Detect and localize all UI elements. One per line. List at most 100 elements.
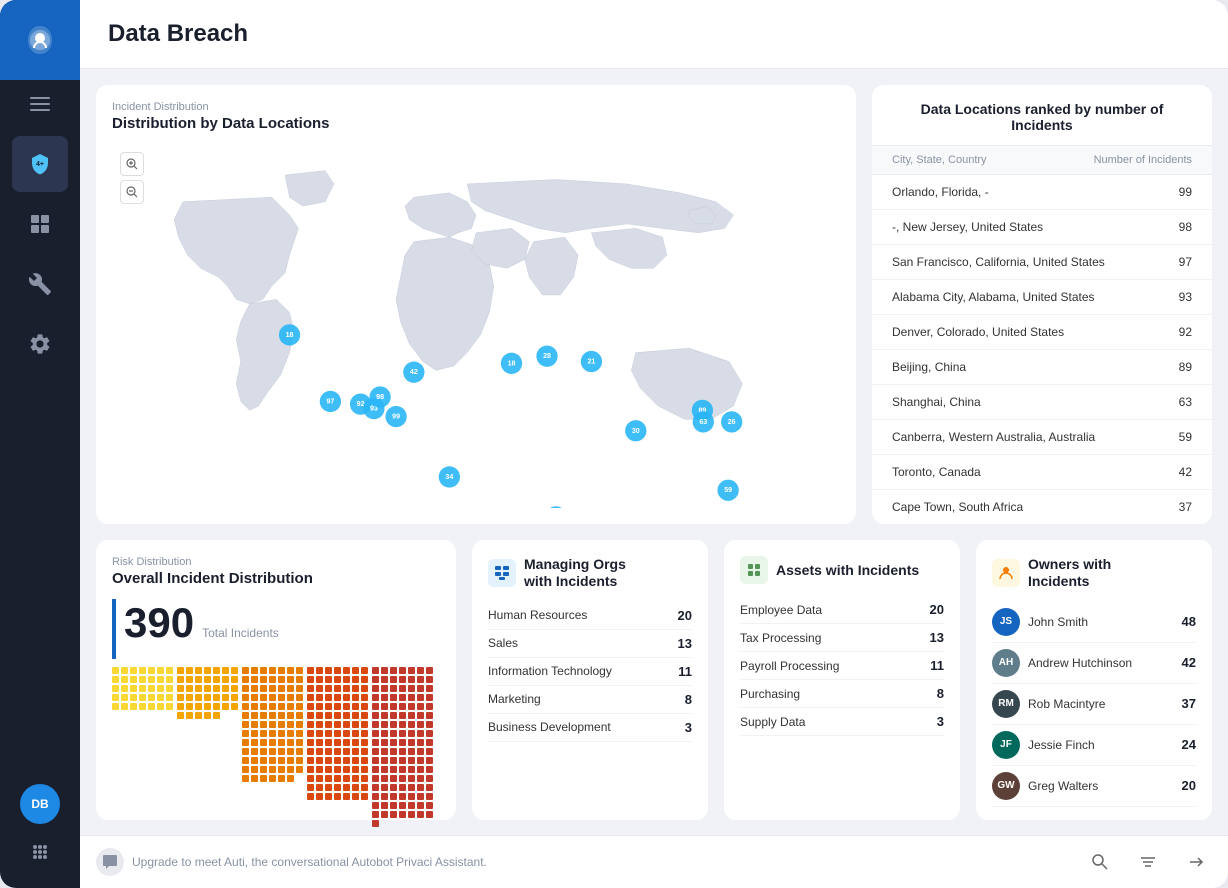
map-pin[interactable]: 28 [536, 346, 557, 367]
dot [231, 676, 238, 683]
sidebar-item-shield[interactable]: 4+ [12, 136, 68, 192]
dot [361, 793, 368, 800]
dot [390, 766, 397, 773]
dot [307, 712, 314, 719]
dot [242, 766, 249, 773]
col-city: City, State, Country [892, 154, 987, 166]
dot [343, 721, 350, 728]
user-avatar[interactable]: DB [20, 784, 60, 824]
dot [213, 676, 220, 683]
asset-count: 8 [937, 686, 944, 701]
dot [251, 757, 258, 764]
dot [426, 793, 433, 800]
dot-segment [177, 667, 238, 827]
orgs-card: Managing Orgs with Incidents Human Resou… [472, 540, 708, 820]
map-pin[interactable]: 42 [403, 362, 424, 383]
dot [334, 784, 341, 791]
owner-left: JS John Smith [992, 608, 1088, 636]
sidebar-item-settings[interactable] [12, 316, 68, 372]
dot [231, 703, 238, 710]
dot [204, 712, 211, 719]
owner-avatar: JF [992, 731, 1020, 759]
dot [231, 685, 238, 692]
dot [287, 739, 294, 746]
dot [278, 748, 285, 755]
dot [372, 739, 379, 746]
map-pin[interactable]: 59 [717, 480, 738, 501]
menu-toggle[interactable] [0, 80, 80, 128]
dot [287, 685, 294, 692]
map-pin[interactable]: 34 [439, 466, 460, 487]
dot [251, 703, 258, 710]
arrow-footer-button[interactable] [1180, 846, 1212, 878]
dot-segment [307, 667, 368, 827]
dot [325, 730, 332, 737]
dot [316, 748, 323, 755]
dot [260, 694, 267, 701]
map-pin[interactable]: 18 [279, 324, 300, 345]
map-subtitle: Incident Distribution [112, 101, 840, 113]
dot [166, 685, 173, 692]
search-footer-button[interactable] [1084, 846, 1116, 878]
dot [417, 802, 424, 809]
map-pin[interactable]: 21 [581, 351, 602, 372]
dot [316, 667, 323, 674]
map-pin[interactable]: 26 [721, 411, 742, 432]
dot [408, 694, 415, 701]
sidebar-logo[interactable] [0, 0, 80, 80]
dot [334, 739, 341, 746]
dot [372, 703, 379, 710]
dot [381, 793, 388, 800]
dot [426, 802, 433, 809]
map-pin[interactable]: 97 [320, 391, 341, 412]
dot [260, 730, 267, 737]
sidebar-item-tools[interactable] [12, 256, 68, 312]
map-pin[interactable]: 37 [545, 506, 566, 508]
chat-icon[interactable] [96, 848, 124, 876]
apps-icon[interactable] [20, 832, 60, 872]
dot [166, 694, 173, 701]
map-pin[interactable]: 18 [501, 353, 522, 374]
dot [278, 667, 285, 674]
dot [408, 703, 415, 710]
location-name: Toronto, Canada [892, 465, 1179, 479]
dot [372, 802, 379, 809]
dot [296, 676, 303, 683]
dot [325, 721, 332, 728]
dot [316, 730, 323, 737]
svg-text:98: 98 [376, 393, 384, 401]
asset-count: 13 [930, 630, 944, 645]
map-pin[interactable]: 99 [385, 406, 406, 427]
dot [417, 685, 424, 692]
dot [426, 685, 433, 692]
dot [390, 712, 397, 719]
svg-text:26: 26 [728, 418, 736, 426]
dot [352, 676, 359, 683]
dot [361, 667, 368, 674]
location-item: Shanghai, China63 [872, 385, 1212, 420]
map-pin[interactable]: 98 [369, 386, 390, 407]
dot [372, 730, 379, 737]
zoom-in-button[interactable] [120, 152, 144, 176]
content-area: Incident Distribution Distribution by Da… [80, 69, 1228, 835]
sidebar-item-dashboard[interactable] [12, 196, 68, 252]
col-incidents: Number of Incidents [1094, 154, 1192, 166]
dot [251, 712, 258, 719]
filter-footer-button[interactable] [1132, 846, 1164, 878]
org-name: Human Resources [488, 608, 587, 622]
dot [251, 739, 258, 746]
dot [242, 721, 249, 728]
map-pin[interactable]: 63 [693, 411, 714, 432]
dot [361, 694, 368, 701]
dot [278, 775, 285, 782]
zoom-out-button[interactable] [120, 180, 144, 204]
asset-name: Payroll Processing [740, 659, 839, 673]
svg-text:59: 59 [724, 486, 732, 494]
dot [157, 703, 164, 710]
dot [381, 730, 388, 737]
dot [417, 757, 424, 764]
dot [269, 694, 276, 701]
dot [381, 775, 388, 782]
map-pin[interactable]: 30 [625, 420, 646, 441]
dot [157, 667, 164, 674]
